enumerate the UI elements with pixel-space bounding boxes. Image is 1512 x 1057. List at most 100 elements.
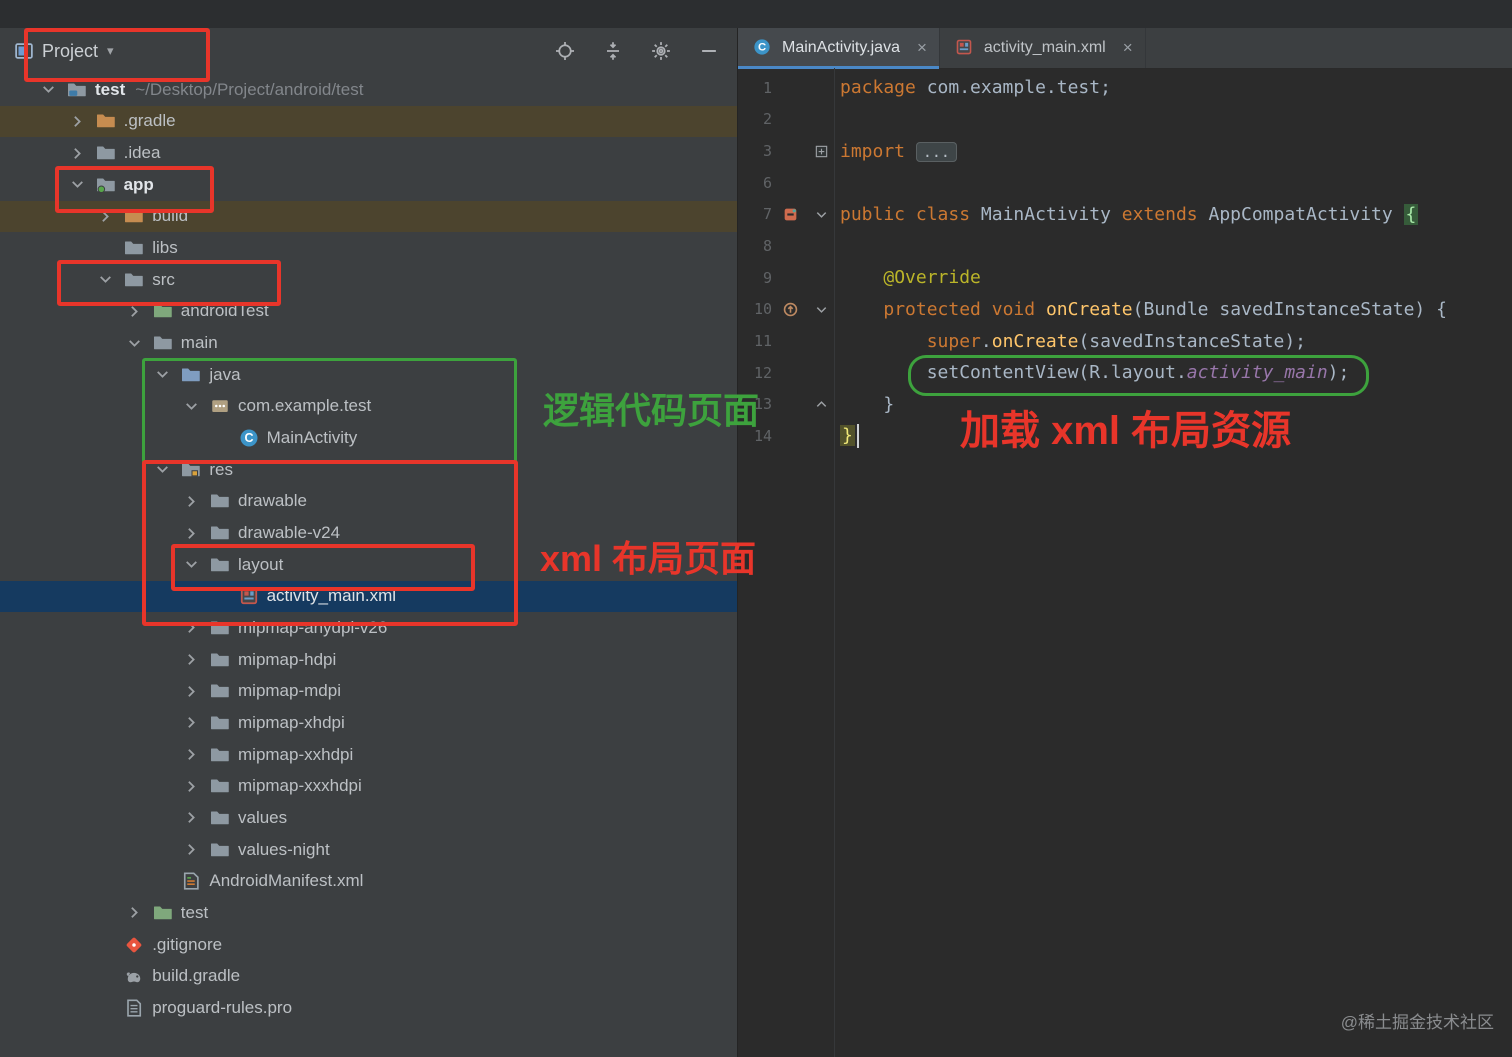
tree-item-build[interactable]: build xyxy=(0,200,737,233)
chevron-right-icon[interactable] xyxy=(183,493,210,510)
editor-pane: C MainActivity.java × activity_main.xml × 1 p… xyxy=(738,28,1512,1057)
tree-item-.gitignore[interactable]: .gitignore xyxy=(0,929,737,961)
tree-item-.gradle[interactable]: .gradle xyxy=(0,105,737,138)
tree-item-label: test xyxy=(180,902,209,922)
chevron-right-icon[interactable] xyxy=(126,904,153,921)
chevron-right-icon[interactable] xyxy=(183,714,210,731)
chevron-down-icon[interactable] xyxy=(154,461,181,478)
chevron-down-icon[interactable] xyxy=(154,366,181,383)
chevron-right-icon[interactable] xyxy=(183,683,210,700)
package-icon xyxy=(210,396,230,416)
tree-item-app[interactable]: app xyxy=(0,169,737,201)
layout-xml-icon xyxy=(239,586,259,606)
chevron-right-icon[interactable] xyxy=(97,208,124,225)
manifest-icon xyxy=(181,871,201,891)
tree-item-java[interactable]: java xyxy=(0,359,737,391)
tree-item-MainActivity[interactable]: C MainActivity xyxy=(0,422,737,454)
svg-text:C: C xyxy=(758,42,766,54)
tree-item-test[interactable]: test ~/Desktop/Project/android/test xyxy=(0,74,737,106)
tree-item-mipmap-xxhdpi[interactable]: mipmap-xxhdpi xyxy=(0,739,737,771)
folder-gradle-icon xyxy=(96,111,116,131)
tree-item-label: com.example.test xyxy=(238,396,372,416)
folder-icon xyxy=(153,333,173,353)
tree-item-label: mipmap-xxhdpi xyxy=(238,744,354,764)
tree-item-androidTest[interactable]: androidTest xyxy=(0,296,737,328)
tree-item-label: MainActivity xyxy=(266,428,358,448)
project-panel-title[interactable]: Project xyxy=(42,41,98,62)
chevron-right-icon[interactable] xyxy=(183,778,210,795)
folder-res-icon xyxy=(181,460,201,480)
tree-item-res[interactable]: res xyxy=(0,454,737,486)
gutter-override-icon[interactable] xyxy=(772,301,808,318)
tree-item-label: values-night xyxy=(238,839,330,859)
gutter-class-icon[interactable] xyxy=(772,206,808,223)
tree-item-build.gradle[interactable]: build.gradle xyxy=(0,960,737,992)
tree-item-activity_main.xml[interactable]: activity_main.xml xyxy=(0,580,737,613)
chevron-right-icon[interactable] xyxy=(183,809,210,826)
code-line-1: 1 package com.example.test; xyxy=(738,72,1512,104)
folder-icon xyxy=(210,491,230,511)
tree-item-drawable[interactable]: drawable xyxy=(0,486,737,518)
tree-item-label: mipmap-hdpi xyxy=(238,649,337,669)
chevron-right-icon[interactable] xyxy=(69,145,96,162)
folder-test-icon xyxy=(153,903,173,923)
tree-item-label: layout xyxy=(238,554,284,574)
class-icon: C xyxy=(239,428,259,448)
tree-item-mipmap-mdpi[interactable]: mipmap-mdpi xyxy=(0,675,737,707)
tree-item-values-night[interactable]: values-night xyxy=(0,834,737,866)
tree-item-proguard-rules.pro[interactable]: proguard-rules.pro xyxy=(0,992,737,1024)
tree-item-values[interactable]: values xyxy=(0,802,737,834)
tree-item-src[interactable]: src xyxy=(0,264,737,296)
collapse-all-icon[interactable] xyxy=(603,41,623,61)
tree-item-mipmap-anydpi-v26[interactable]: mipmap-anydpi-v26 xyxy=(0,612,737,644)
folder-icon xyxy=(124,238,144,258)
chevron-down-icon[interactable] xyxy=(69,176,96,193)
chevron-right-icon[interactable] xyxy=(183,746,210,763)
chevron-down-icon[interactable] xyxy=(97,271,124,288)
chevron-down-icon[interactable] xyxy=(126,335,153,352)
chevron-down-icon[interactable] xyxy=(183,398,210,415)
close-icon[interactable]: × xyxy=(1123,38,1133,58)
locate-icon[interactable] xyxy=(555,41,575,61)
tree-item-main[interactable]: main xyxy=(0,327,737,359)
chevron-right-icon[interactable] xyxy=(183,651,210,668)
tree-item-com.example.test[interactable]: com.example.test xyxy=(0,391,737,423)
fold-up-icon[interactable] xyxy=(808,397,834,412)
hide-icon[interactable] xyxy=(699,41,719,61)
chevron-right-icon[interactable] xyxy=(183,619,210,636)
chevron-down-icon[interactable]: ▾ xyxy=(107,43,114,59)
tree-item-AndroidManifest.xml[interactable]: AndroidManifest.xml xyxy=(0,865,737,897)
gradle-file-icon xyxy=(124,966,144,986)
tree-item-mipmap-xhdpi[interactable]: mipmap-xhdpi xyxy=(0,707,737,739)
tree-item-layout[interactable]: layout xyxy=(0,549,737,581)
tree-item-.idea[interactable]: .idea xyxy=(0,137,737,169)
chevron-right-icon[interactable] xyxy=(69,113,96,130)
tree-item-mipmap-xxxhdpi[interactable]: mipmap-xxxhdpi xyxy=(0,770,737,802)
tree-item-label: activity_main.xml xyxy=(266,586,397,606)
tree-item-label: .gitignore xyxy=(152,934,223,954)
fold-down-icon[interactable] xyxy=(808,207,834,222)
chevron-right-icon[interactable] xyxy=(183,841,210,858)
fold-plus-icon[interactable] xyxy=(808,144,834,159)
settings-icon[interactable] xyxy=(651,41,671,61)
tree-item-mipmap-hdpi[interactable]: mipmap-hdpi xyxy=(0,644,737,676)
chevron-right-icon[interactable] xyxy=(183,525,210,542)
chevron-down-icon[interactable] xyxy=(40,81,67,98)
code-line-3: 3 import ... xyxy=(738,135,1512,167)
tree-item-label: values xyxy=(238,807,288,827)
tree-item-test[interactable]: test xyxy=(0,897,737,929)
folder-icon xyxy=(210,650,230,670)
code-line-11: 11 super.onCreate(savedInstanceState); xyxy=(738,325,1512,357)
chevron-right-icon[interactable] xyxy=(126,303,153,320)
tree-item-libs[interactable]: libs xyxy=(0,232,737,264)
editor-tab-activity_main.xml[interactable]: activity_main.xml × xyxy=(940,28,1146,68)
close-icon[interactable]: × xyxy=(917,38,927,58)
code-line-14: 14} xyxy=(738,420,1512,452)
editor-tab-MainActivity.java[interactable]: C MainActivity.java × xyxy=(738,28,940,69)
code-text: protected void onCreate(Bundle savedInst… xyxy=(883,298,1447,320)
chevron-down-icon[interactable] xyxy=(183,556,210,573)
fold-down-icon[interactable] xyxy=(808,302,834,317)
tree-item-drawable-v24[interactable]: drawable-v24 xyxy=(0,517,737,549)
gitignore-icon xyxy=(124,935,144,955)
code-editor[interactable]: 1 package com.example.test; 2 3 import ... 6 7… xyxy=(738,72,1512,452)
